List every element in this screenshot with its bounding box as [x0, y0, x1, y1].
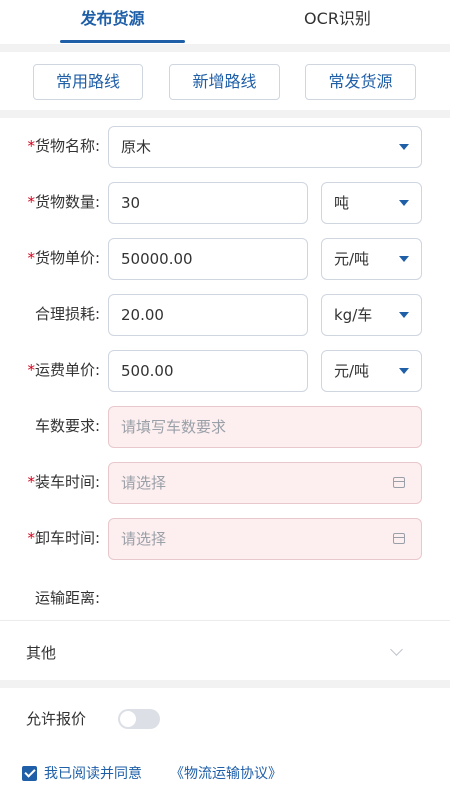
row-freight-price: *运费单价: 500.00 元/吨 [0, 342, 450, 398]
required-mark: * [27, 193, 35, 211]
load-time-picker[interactable]: 请选择 [108, 462, 422, 504]
required-mark: * [27, 137, 35, 155]
freight-price-unit-select[interactable]: 元/吨 [321, 350, 422, 392]
row-cargo-name: *货物名称: 原木 [0, 118, 450, 174]
freight-price-label: *运费单价: [27, 361, 100, 379]
tab-publish-cargo[interactable]: 发布货源 [0, 0, 225, 44]
separator [0, 44, 450, 52]
loss-unit-select[interactable]: kg/车 [321, 294, 422, 336]
top-tabs: 发布货源 OCR识别 [0, 0, 450, 44]
row-cargo-qty: *货物数量: 30 吨 [0, 174, 450, 230]
switch-knob [120, 711, 136, 727]
agreement-row: 我已阅读并同意 《物流运输协议》 [0, 760, 450, 790]
allow-quote-label: 允许报价 [26, 710, 87, 728]
allow-quote-row: 允许报价 [0, 696, 450, 742]
loss-input[interactable]: 20.00 [108, 294, 308, 336]
chevron-down-icon [390, 643, 403, 656]
cargo-price-label: *货物单价: [27, 249, 100, 267]
separator [0, 680, 450, 688]
row-distance: 运输距离: [0, 570, 450, 626]
other-collapse[interactable]: 其他 [0, 626, 450, 680]
vehicle-req-input[interactable]: 请填写车数要求 [108, 406, 422, 448]
required-mark: * [27, 529, 35, 547]
row-load-time: *装车时间: 请选择 [0, 454, 450, 510]
caret-down-icon [399, 200, 409, 206]
row-unload-time: *卸车时间: 请选择 [0, 510, 450, 566]
cargo-qty-unit-select[interactable]: 吨 [321, 182, 422, 224]
separator [0, 110, 450, 118]
other-label: 其他 [26, 644, 57, 662]
agreement-checkbox[interactable] [22, 766, 37, 781]
new-route-button[interactable]: 新增路线 [169, 64, 280, 100]
row-cargo-price: *货物单价: 50000.00 元/吨 [0, 230, 450, 286]
cargo-name-select[interactable]: 原木 [108, 126, 422, 168]
caret-down-icon [399, 144, 409, 150]
unload-time-label: *卸车时间: [27, 529, 100, 547]
unload-time-picker[interactable]: 请选择 [108, 518, 422, 560]
required-mark: * [27, 249, 35, 267]
loss-label: 合理损耗: [34, 305, 100, 323]
calendar-icon [393, 533, 405, 544]
route-button-row: 常用路线 新增路线 常发货源 [0, 52, 450, 110]
required-mark: * [27, 361, 35, 379]
required-mark: * [27, 473, 35, 491]
agreement-link[interactable]: 《物流运输协议》 [170, 760, 282, 788]
divider [0, 620, 450, 621]
row-loss: 合理损耗: 20.00 kg/车 [0, 286, 450, 342]
frequent-cargo-button[interactable]: 常发货源 [305, 64, 416, 100]
allow-quote-switch[interactable] [118, 709, 160, 729]
calendar-icon [393, 477, 405, 488]
cargo-qty-label: *货物数量: [27, 193, 100, 211]
cargo-qty-input[interactable]: 30 [108, 182, 308, 224]
tab-ocr[interactable]: OCR识别 [225, 0, 450, 44]
cargo-price-input[interactable]: 50000.00 [108, 238, 308, 280]
cargo-price-unit-select[interactable]: 元/吨 [321, 238, 422, 280]
caret-down-icon [399, 312, 409, 318]
cargo-name-label: *货物名称: [27, 137, 100, 155]
vehicle-req-label: 车数要求: [34, 417, 100, 435]
distance-label: 运输距离: [34, 589, 100, 607]
agreement-text: 我已阅读并同意 [44, 766, 142, 782]
freight-price-input[interactable]: 500.00 [108, 350, 308, 392]
common-routes-button[interactable]: 常用路线 [33, 64, 143, 100]
row-vehicle-req: 车数要求: 请填写车数要求 [0, 398, 450, 454]
caret-down-icon [399, 256, 409, 262]
active-tab-indicator [60, 40, 185, 43]
load-time-label: *装车时间: [27, 473, 100, 491]
caret-down-icon [399, 368, 409, 374]
